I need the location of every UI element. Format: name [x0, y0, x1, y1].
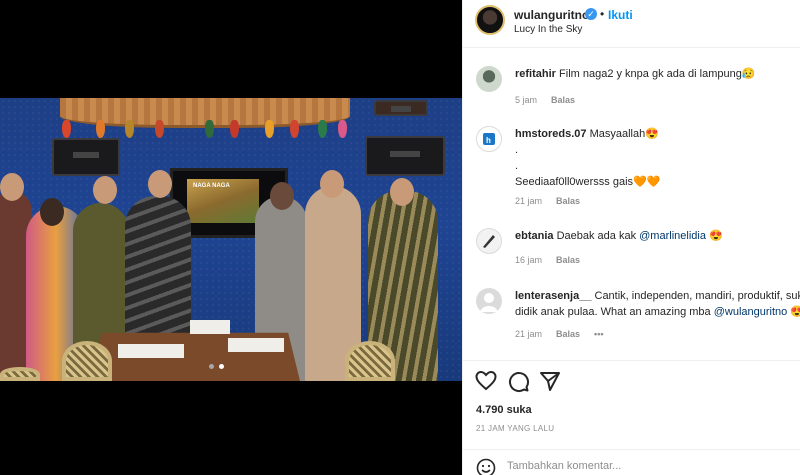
comment-composer	[463, 449, 800, 475]
separator-dot: •	[600, 7, 605, 21]
tv-screen-text: NAGA NAGA	[193, 183, 230, 189]
likes-count[interactable]: 4.790 suka	[476, 404, 532, 416]
commenter-avatar[interactable]: h	[476, 126, 502, 152]
comment-username[interactable]: lenterasenja__	[515, 290, 591, 302]
store-logo-icon: h	[483, 133, 495, 145]
reply-button[interactable]: Balas	[556, 255, 580, 265]
commenter-avatar[interactable]	[476, 66, 502, 92]
reply-button[interactable]: Balas	[556, 329, 580, 339]
post-location[interactable]: Lucy In the Sky	[514, 24, 582, 35]
post-photo[interactable]: NAGA NAGA	[0, 98, 462, 381]
share-icon[interactable]	[538, 369, 562, 393]
speaker-left	[52, 138, 120, 176]
verified-badge-icon: ✓	[585, 8, 597, 20]
post-date[interactable]: 21 JAM YANG LALU	[476, 424, 554, 433]
chair	[345, 341, 395, 381]
emoji-icon[interactable]	[476, 458, 496, 475]
heart-icon[interactable]	[474, 369, 498, 393]
carousel-dot-active[interactable]	[219, 364, 224, 369]
comment-text: Cantik, independen, mandiri, produktif, …	[594, 290, 800, 302]
author-username[interactable]: wulanguritno	[514, 8, 589, 22]
comment-input[interactable]	[507, 456, 787, 475]
default-avatar-icon	[480, 293, 498, 312]
svg-text:h: h	[486, 136, 491, 145]
comment-time: 21 jam	[515, 329, 543, 339]
reply-button[interactable]: Balas	[551, 95, 575, 105]
author-avatar[interactable]	[475, 5, 505, 35]
comment-time: 21 jam	[515, 196, 543, 206]
post-sidebar: wulanguritno ✓ • Ikuti Lucy In the Sky r…	[462, 0, 800, 475]
post-header: wulanguritno ✓ • Ikuti Lucy In the Sky	[463, 0, 800, 48]
mention-link[interactable]: @wulanguritno	[714, 306, 788, 318]
reply-button[interactable]: Balas	[556, 196, 580, 206]
comment-time: 16 jam	[515, 255, 543, 265]
comment-username[interactable]: refitahir	[515, 68, 556, 80]
quill-icon	[483, 235, 495, 248]
comment-time: 5 jam	[515, 95, 538, 105]
carousel-indicator	[209, 364, 224, 369]
comment-icon[interactable]	[506, 369, 530, 393]
comment-text: Masyaallah😍	[589, 128, 659, 140]
mention-link[interactable]: @marlinelidia	[639, 230, 706, 242]
follow-button[interactable]: Ikuti	[608, 8, 633, 22]
carousel-dot[interactable]	[209, 364, 214, 369]
speaker-right	[365, 136, 445, 176]
post-actions: 4.790 suka 21 JAM YANG LALU	[463, 360, 800, 475]
chair	[62, 341, 112, 381]
more-options-button[interactable]: •••	[594, 329, 603, 339]
comment-username[interactable]: hmstoreds.07	[515, 128, 587, 140]
comment-text: Daebak ada kak	[556, 230, 640, 242]
commenter-avatar[interactable]	[476, 228, 502, 254]
commenter-avatar[interactable]	[476, 288, 502, 314]
comment-text: Film naga2 y knpa gk ada di lampung😥	[559, 68, 756, 80]
comments-list[interactable]: refitahir Film naga2 y knpa gk ada di la…	[463, 48, 800, 360]
post-media: NAGA NAGA	[0, 0, 462, 475]
comment-username[interactable]: ebtania	[515, 230, 554, 242]
